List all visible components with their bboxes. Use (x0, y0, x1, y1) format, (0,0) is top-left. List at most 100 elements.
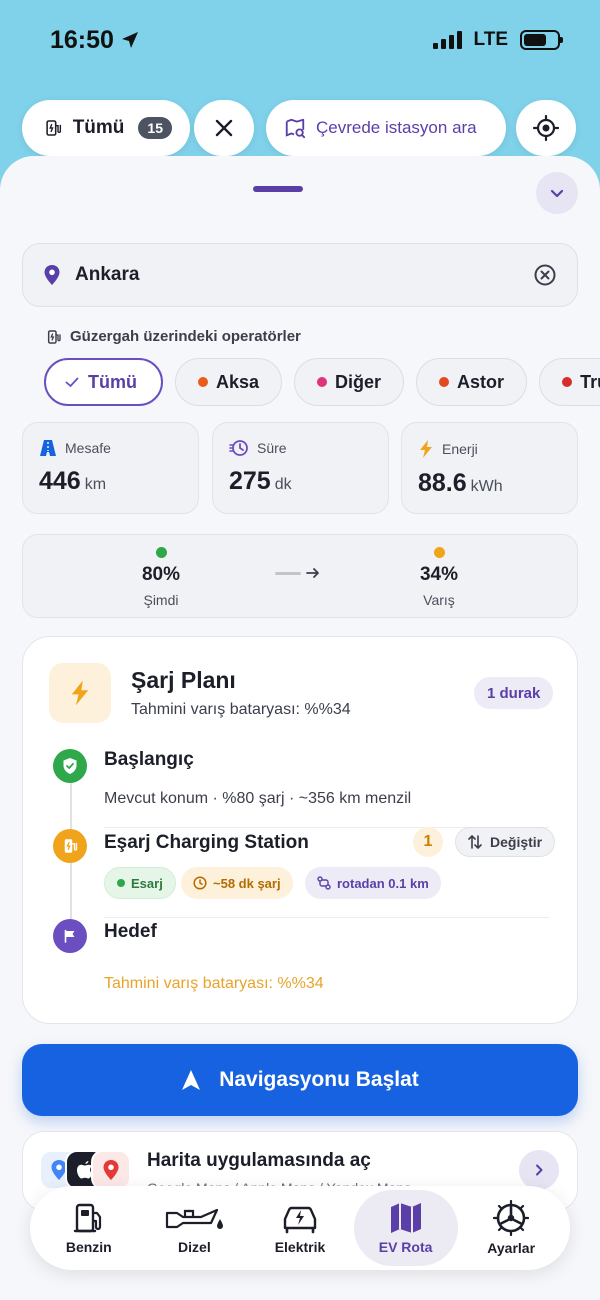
stat-energy: Enerji 88.6 kWh (401, 422, 578, 514)
station-operator-tag: Esarj (104, 867, 176, 899)
flag-icon (64, 929, 75, 943)
battery-icon (520, 30, 563, 50)
bottom-tab-bar: Benzin Dizel Elektrik EV Rota Ayarlar (30, 1186, 570, 1270)
stat-energy-value: 88.6 (418, 469, 467, 497)
operator-chip-label: Astor (457, 371, 505, 392)
stat-duration-unit: dk (274, 476, 292, 493)
station-charge-time-text: ~58 dk şarj (213, 875, 281, 891)
clock-icon (193, 876, 207, 890)
destination-title: Hedef (104, 921, 157, 942)
filter-count-badge: 15 (138, 117, 172, 139)
operator-chip-label: Aksa (216, 371, 260, 392)
chevron-down-icon (550, 189, 564, 198)
operator-chip-trugo[interactable]: Trugo (539, 358, 600, 406)
station-charge-time-tag: ~58 dk şarj (181, 867, 293, 899)
fuel-pump-icon (73, 1203, 101, 1233)
destination-input[interactable]: Ankara (22, 243, 578, 307)
navigation-arrow-icon (182, 1070, 201, 1090)
location-pin-icon (44, 265, 60, 285)
locate-me-button[interactable] (516, 100, 576, 156)
road-icon (40, 440, 56, 456)
location-arrow-icon (121, 32, 138, 48)
operator-chip-aksa[interactable]: Aksa (175, 358, 283, 406)
history-clock-icon (229, 440, 248, 456)
operator-color-dot (198, 377, 208, 387)
battery-summary: 80% Şimdi 34% Varış (22, 534, 578, 618)
arrow-right-icon (306, 568, 319, 578)
clear-route-button[interactable] (194, 100, 254, 156)
timeline-divider (104, 917, 549, 918)
operator-color-dot (562, 377, 573, 387)
battery-now: 80% Şimdi (101, 547, 221, 608)
network-type: LTE (473, 29, 508, 50)
tab-label: Elektrik (274, 1239, 326, 1255)
tab-benzin[interactable]: Benzin (37, 1190, 141, 1266)
operator-filter-row[interactable]: Tümü Aksa Diğer Astor Trugo (44, 358, 600, 408)
sheet-handle[interactable] (253, 186, 303, 192)
operator-color-dot (439, 377, 450, 387)
tab-label: Benzin (65, 1239, 112, 1255)
station-operator-text: Esarj (131, 875, 163, 891)
change-station-label: Değiştir (490, 834, 543, 850)
battery-arrival-percent: 34% (419, 564, 459, 585)
stat-distance-label: Mesafe (65, 440, 111, 456)
operators-section-label: Güzergah üzerindeki operatörler (46, 328, 301, 345)
operator-chip-diger[interactable]: Diğer (294, 358, 405, 406)
collapse-sheet-button[interactable] (536, 172, 578, 214)
clear-circle-icon[interactable] (533, 263, 557, 287)
charger-icon (64, 839, 78, 853)
crosshair-icon (533, 115, 559, 141)
stat-distance-unit: km (84, 476, 107, 493)
operator-chip-label: Tümü (88, 371, 137, 392)
charge-plan-icon (49, 663, 111, 723)
battery-now-label: Şimdi (143, 592, 179, 608)
station-detour-tag: rotadan 0.1 km (305, 867, 441, 899)
map-icon (390, 1203, 421, 1233)
signal-icon (432, 31, 462, 49)
start-navigation-button[interactable]: Navigasyonu Başlat (22, 1044, 578, 1116)
oil-can-icon (166, 1208, 224, 1229)
bolt-icon (420, 440, 432, 458)
start-navigation-label: Navigasyonu Başlat (219, 1068, 419, 1091)
map-app-chevron[interactable] (519, 1150, 559, 1190)
start-marker (53, 749, 87, 783)
close-icon (215, 119, 233, 137)
route-sheet: Ankara Güzergah üzerindeki operatörler T… (0, 156, 600, 1300)
tab-elektrik[interactable]: Elektrik (248, 1190, 352, 1266)
battery-arrow (275, 565, 321, 581)
operators-section-text: Güzergah üzerindeki operatörler (70, 328, 301, 345)
destination-value: Ankara (75, 264, 140, 285)
station-title[interactable]: Eşarj Charging Station (104, 832, 309, 854)
bolt-icon (71, 680, 89, 706)
start-description: Mevcut konum · %80 şarj · ~356 km menzil (104, 790, 412, 807)
filter-all-label: Tümü (72, 117, 125, 138)
chevron-right-icon (536, 1164, 543, 1176)
stop-count-badge: 1 durak (474, 677, 554, 709)
operator-chip-label: Diğer (335, 371, 382, 392)
station-detour-text: rotadan 0.1 km (337, 875, 429, 891)
change-station-button[interactable]: Değiştir (455, 827, 556, 857)
destination-marker (53, 919, 87, 953)
swap-vertical-icon (468, 835, 482, 849)
stat-duration-value: 275 (229, 467, 271, 495)
filter-all-button[interactable]: Tümü 15 (22, 100, 190, 156)
battery-now-dot (155, 547, 167, 558)
tab-ev-rota[interactable]: EV Rota (353, 1190, 458, 1266)
tab-dizel[interactable]: Dizel (142, 1190, 246, 1266)
charge-plan-subtitle: Tahmini varış bataryası: %%34 (131, 701, 351, 718)
operator-chip-astor[interactable]: Astor (416, 358, 528, 406)
status-bar: 16:50 LTE (0, 0, 600, 80)
tab-ayarlar[interactable]: Ayarlar (459, 1190, 563, 1266)
search-nearby-label: Çevrede istasyon ara (316, 118, 477, 137)
tab-label: Ayarlar (487, 1240, 536, 1256)
station-index-badge: 1 (413, 827, 443, 857)
operator-color-dot (317, 377, 328, 387)
operator-chip-all[interactable]: Tümü (44, 358, 163, 406)
battery-arrival-dot (433, 547, 445, 558)
yandex-maps-icon (91, 1150, 131, 1190)
stat-duration-label: Süre (257, 440, 287, 456)
stat-duration: Süre 275 dk (212, 422, 389, 514)
status-time: 16:50 (50, 26, 140, 55)
map-app-logos (39, 1150, 139, 1190)
search-nearby-button[interactable]: Çevrede istasyon ara (266, 100, 506, 156)
